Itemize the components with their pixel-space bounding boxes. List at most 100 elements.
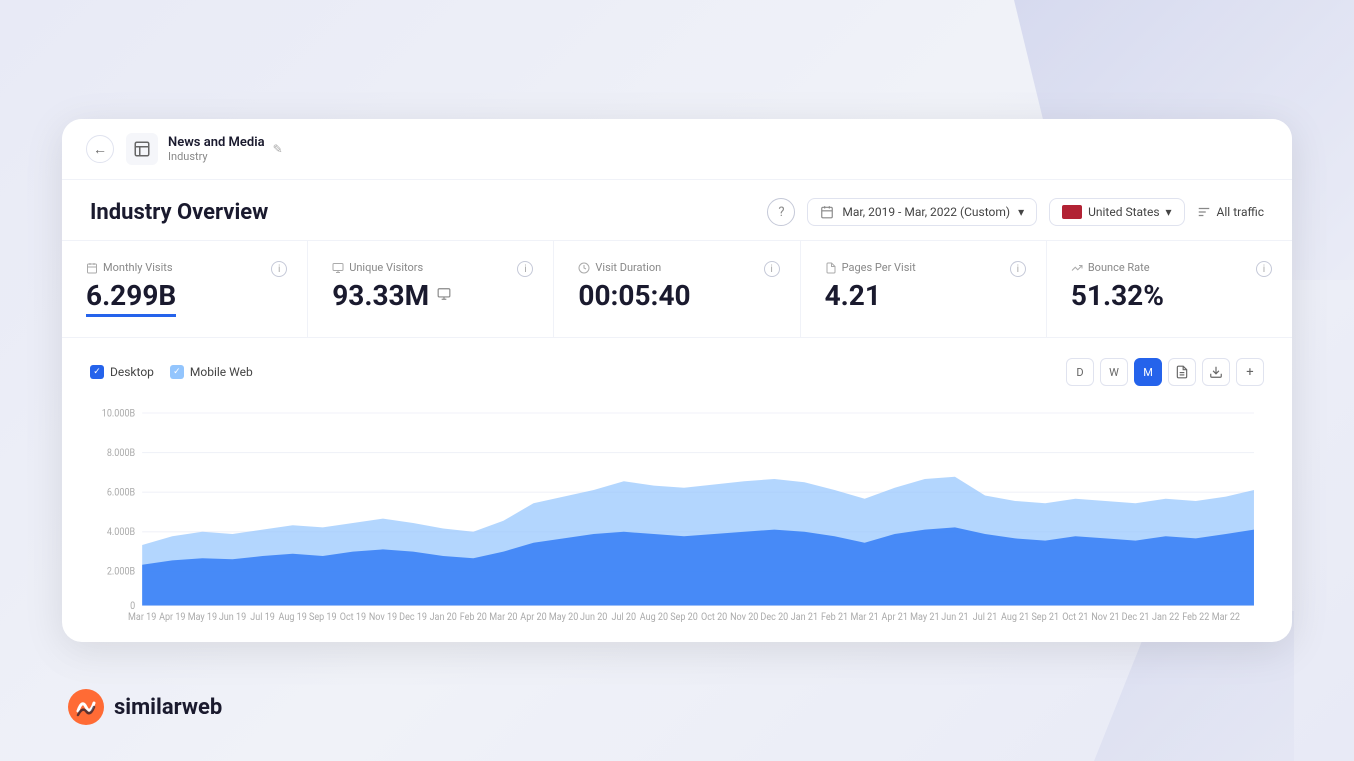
bounce-rate-label: Bounce Rate xyxy=(1071,261,1268,274)
traffic-label: All traffic xyxy=(1217,205,1264,219)
chart-svg: 10.000B 8.000B 6.000B 4.000B 2.000B 0 Ma… xyxy=(90,402,1264,622)
svg-text:Dec 19: Dec 19 xyxy=(399,611,427,622)
legend-desktop[interactable]: Desktop xyxy=(90,365,154,379)
page-header: Industry Overview ? Mar, 2019 - Mar, 202… xyxy=(62,180,1292,241)
monthly-visits-info[interactable]: i xyxy=(271,261,287,277)
svg-text:Apr 20: Apr 20 xyxy=(520,611,546,622)
pages-per-visit-label: Pages Per Visit xyxy=(825,261,1022,274)
svg-text:Nov 19: Nov 19 xyxy=(369,611,397,622)
brand-name: similarweb xyxy=(114,695,222,720)
svg-text:Apr 21: Apr 21 xyxy=(882,611,908,622)
svg-text:8.000B: 8.000B xyxy=(107,448,135,459)
back-button[interactable]: ← xyxy=(86,135,114,163)
svg-text:Sep 21: Sep 21 xyxy=(1031,611,1059,622)
monthly-visits-label: Monthly Visits xyxy=(86,261,283,274)
svg-text:4.000B: 4.000B xyxy=(107,527,135,538)
svg-text:Sep 20: Sep 20 xyxy=(670,611,698,622)
chart-area: Desktop Mobile Web D W M xyxy=(62,338,1292,642)
visit-duration-value: 00:05:40 xyxy=(578,282,775,310)
svg-text:Jan 22: Jan 22 xyxy=(1152,611,1179,622)
legend-items: Desktop Mobile Web xyxy=(90,365,253,379)
us-flag xyxy=(1062,205,1082,219)
period-day-button[interactable]: D xyxy=(1066,358,1094,386)
pages-per-visit-info[interactable]: i xyxy=(1010,261,1026,277)
svg-text:May 19: May 19 xyxy=(188,611,217,622)
edit-icon[interactable]: ✎ xyxy=(273,142,283,156)
svg-text:Jan 21: Jan 21 xyxy=(791,611,818,622)
svg-text:Jul 20: Jul 20 xyxy=(612,611,637,622)
svg-text:Feb 20: Feb 20 xyxy=(460,611,487,622)
page-title: Industry Overview xyxy=(90,200,268,225)
desktop-checkbox[interactable] xyxy=(90,365,104,379)
date-range-label: Mar, 2019 - Mar, 2022 (Custom) xyxy=(842,205,1010,219)
bounce-rate-value: 51.32% xyxy=(1071,282,1268,310)
svg-text:Nov 20: Nov 20 xyxy=(730,611,758,622)
svg-text:Mar 22: Mar 22 xyxy=(1212,611,1240,622)
svg-text:Jul 19: Jul 19 xyxy=(250,611,275,622)
breadcrumb-subtitle: Industry xyxy=(168,150,265,163)
date-picker[interactable]: Mar, 2019 - Mar, 2022 (Custom) ▾ xyxy=(807,198,1037,226)
svg-text:May 20: May 20 xyxy=(549,611,578,622)
svg-text:Jun 21: Jun 21 xyxy=(941,611,968,622)
svg-text:Mar 20: Mar 20 xyxy=(489,611,517,622)
mobile-web-checkbox[interactable] xyxy=(170,365,184,379)
add-button[interactable]: + xyxy=(1236,358,1264,386)
legend-mobile-web[interactable]: Mobile Web xyxy=(170,365,253,379)
svg-text:Aug 21: Aug 21 xyxy=(1001,611,1029,622)
unique-visitors-value: 93.33M xyxy=(332,282,429,310)
chart-legend: Desktop Mobile Web D W M xyxy=(90,358,1264,386)
svg-text:Aug 20: Aug 20 xyxy=(640,611,668,622)
country-picker-arrow: ▾ xyxy=(1166,205,1172,219)
download-button[interactable] xyxy=(1202,358,1230,386)
period-month-button[interactable]: M xyxy=(1134,358,1162,386)
traffic-picker[interactable]: All traffic xyxy=(1197,205,1264,219)
top-bar: ← News and Media Industry ✎ xyxy=(62,119,1292,180)
metric-unique-visitors: Unique Visitors 93.33M i xyxy=(308,241,554,337)
monthly-visits-value: 6.299B xyxy=(86,282,176,317)
country-label: United States xyxy=(1088,205,1159,219)
bounce-rate-info[interactable]: i xyxy=(1256,261,1272,277)
metric-monthly-visits: Monthly Visits 6.299B i xyxy=(62,241,308,337)
svg-text:Jun 19: Jun 19 xyxy=(219,611,246,622)
svg-text:Mar 21: Mar 21 xyxy=(851,611,879,622)
svg-text:Dec 20: Dec 20 xyxy=(760,611,788,622)
svg-text:Apr 19: Apr 19 xyxy=(159,611,185,622)
chart-controls: D W M + xyxy=(1066,358,1264,386)
svg-text:Oct 20: Oct 20 xyxy=(701,611,727,622)
svg-text:May 21: May 21 xyxy=(910,611,939,622)
header-controls: ? Mar, 2019 - Mar, 2022 (Custom) ▾ Unite… xyxy=(767,198,1264,226)
svg-text:0: 0 xyxy=(130,600,135,611)
svg-text:Feb 21: Feb 21 xyxy=(821,611,848,622)
brand-logo: similarweb xyxy=(68,689,222,725)
unique-visitors-info[interactable]: i xyxy=(517,261,533,277)
chart-wrapper: 10.000B 8.000B 6.000B 4.000B 2.000B 0 Ma… xyxy=(90,402,1264,622)
period-week-button[interactable]: W xyxy=(1100,358,1128,386)
metric-visit-duration: Visit Duration 00:05:40 i xyxy=(554,241,800,337)
help-button[interactable]: ? xyxy=(767,198,795,226)
svg-text:Oct 19: Oct 19 xyxy=(340,611,366,622)
news-media-icon xyxy=(126,133,158,165)
date-picker-arrow: ▾ xyxy=(1018,205,1024,219)
pages-per-visit-value: 4.21 xyxy=(825,282,1022,310)
excel-export-button[interactable] xyxy=(1168,358,1196,386)
similarweb-logo-icon xyxy=(68,689,104,725)
breadcrumb: News and Media Industry xyxy=(168,135,265,164)
metric-pages-per-visit: Pages Per Visit 4.21 i xyxy=(801,241,1047,337)
svg-text:Sep 19: Sep 19 xyxy=(309,611,337,622)
svg-text:Oct 21: Oct 21 xyxy=(1062,611,1088,622)
breadcrumb-title: News and Media xyxy=(168,135,265,151)
country-picker[interactable]: United States ▾ xyxy=(1049,198,1184,226)
svg-text:Nov 21: Nov 21 xyxy=(1091,611,1119,622)
monitor-icon xyxy=(437,287,451,305)
svg-text:10.000B: 10.000B xyxy=(102,408,135,419)
visit-duration-info[interactable]: i xyxy=(764,261,780,277)
svg-text:Feb 22: Feb 22 xyxy=(1182,611,1209,622)
svg-text:Dec 21: Dec 21 xyxy=(1122,611,1150,622)
metrics-row: Monthly Visits 6.299B i Unique Visitors … xyxy=(62,241,1292,338)
svg-text:Mar 19: Mar 19 xyxy=(128,611,156,622)
unique-visitors-label: Unique Visitors xyxy=(332,261,529,274)
svg-text:Jan 20: Jan 20 xyxy=(430,611,457,622)
visit-duration-label: Visit Duration xyxy=(578,261,775,274)
metric-bounce-rate: Bounce Rate 51.32% i xyxy=(1047,241,1292,337)
svg-text:Jun 20: Jun 20 xyxy=(580,611,607,622)
